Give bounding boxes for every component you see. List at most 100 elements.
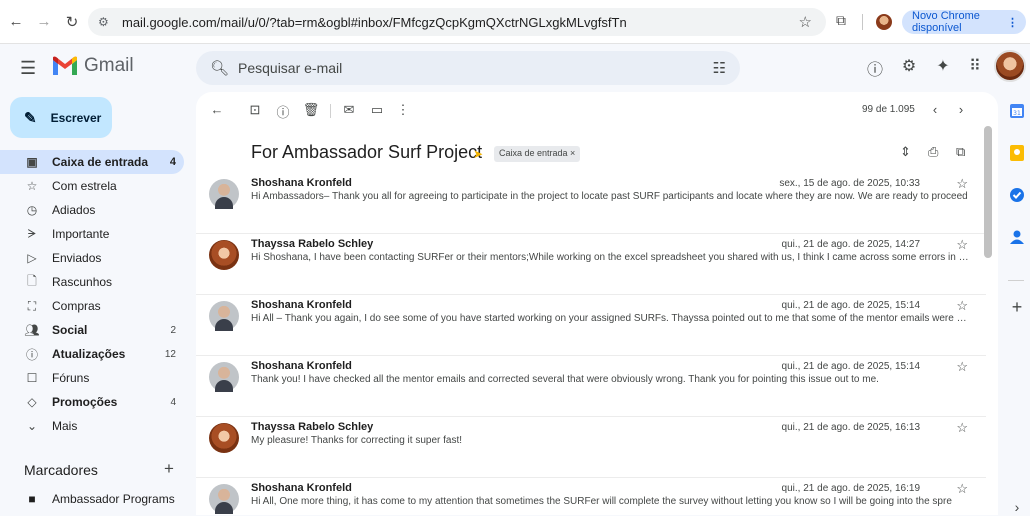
side-panel-divider [1008,280,1024,281]
create-label-icon[interactable]: + [164,459,174,479]
message-snippet: My pleasure! Thanks for correcting it su… [251,435,463,446]
search-bar[interactable]: 🔍︎ ☷ [196,51,740,85]
star-icon[interactable]: ☆ [956,298,968,314]
sidebar-item-9[interactable]: ☐ Fóruns [0,366,184,390]
keep-icon[interactable] [1008,144,1026,162]
sidebar-item-0[interactable]: ▣ Caixa de entrada 4 [0,150,184,174]
search-input[interactable] [238,60,678,76]
search-options-icon[interactable]: ☷ [713,59,726,77]
account-avatar[interactable] [994,50,1026,82]
sidebar-item-label: Mais [52,419,78,433]
message-row[interactable]: Thayssa Rabelo Schley qui., 21 de ago. de… [196,417,986,478]
expand-all-icon[interactable]: ⇕ [900,144,911,160]
search-icon[interactable]: 🔍︎ [210,59,232,77]
sidebar-item-2[interactable]: ◷ Adiados [0,198,184,222]
sender-avatar[interactable] [209,179,239,209]
sidebar-item-11[interactable]: ⌄ Mais [0,414,184,438]
print-icon[interactable]: ⎙ [928,144,938,160]
svg-text:31: 31 [1013,110,1021,117]
back-icon[interactable]: ← [4,10,28,34]
address-bar[interactable]: ⚙ mail.google.com/mail/u/0/?tab=rm&ogbl#… [88,8,826,36]
sidebar-item-label: Rascunhos [52,275,113,289]
importance-marker-icon[interactable]: ➤ [473,147,483,161]
thread-panel: ← ⊡ ⓘ 🗑︎ ✉ ▭ ⋮ 99 de 1.095 ‹ › For Ambas… [196,92,998,515]
sidebar-item-label: Adiados [52,203,96,217]
sidebar-item-4[interactable]: ▷ Enviados [0,246,184,270]
sidebar-item-label: Social [52,323,88,337]
help-icon[interactable]: ⓘ [864,56,886,80]
sender-avatar[interactable] [209,423,239,453]
star-icon[interactable]: ☆ [956,176,968,192]
move-to-icon[interactable]: ▭ [368,102,386,118]
bookmark-star-icon[interactable]: ☆ [799,13,812,31]
gemini-spark-icon[interactable]: ✦ [932,56,954,76]
sidebar-item-label: Com estrela [52,179,117,193]
star-icon[interactable]: ☆ [956,237,968,253]
delete-icon[interactable]: 🗑︎ [302,102,320,118]
extensions-icon[interactable]: ⧉ [836,12,846,29]
sidebar-item-8[interactable]: ⓘ Atualizações 12 [0,342,184,366]
back-to-inbox-icon[interactable]: ← [208,102,226,117]
open-new-window-icon[interactable]: ⧉ [956,144,965,160]
sender-name: Shoshana Kronfeld [251,177,352,189]
sender-avatar[interactable] [209,301,239,331]
message-snippet: Thank you! I have checked all the mentor… [251,374,879,385]
message-row[interactable]: Shoshana Kronfeld qui., 21 de ago. de 202… [196,356,986,417]
message-snippet: Hi Shoshana, I have been contacting SURF… [251,252,971,263]
label-icon: ■ [28,492,36,506]
url-text: mail.google.com/mail/u/0/?tab=rm&ogbl#in… [122,14,627,30]
older-chevron-icon[interactable]: › [952,102,970,117]
sidebar-item-1[interactable]: ☆ Com estrela [0,174,184,198]
message-row[interactable]: Thayssa Rabelo Schley qui., 21 de ago. de… [196,234,986,295]
inbox-label-chip[interactable]: Caixa de entrada × [494,146,581,162]
site-settings-icon[interactable]: ⚙ [98,15,114,29]
star-icon[interactable]: ☆ [956,420,968,436]
compose-button[interactable]: ✎ Escrever [10,97,112,138]
show-side-panel-icon[interactable]: › [1008,498,1026,516]
chrome-update-button[interactable]: Novo Chrome disponível ⋮ [902,10,1026,34]
message-date: qui., 21 de ago. de 2025, 14:27 [781,239,920,250]
more-options-icon[interactable]: ⋮ [394,102,412,118]
sender-avatar[interactable] [209,484,239,514]
toolbar-divider [330,104,331,118]
toolbar-divider [862,14,863,30]
sidebar-item-6[interactable]: ⛶ Compras [0,294,184,318]
apps-grid-icon[interactable]: ⠿ [964,56,986,76]
sidebar-item-3[interactable]: ᗒ Importante [0,222,184,246]
sidebar-item-10[interactable]: ◇ Promoções 4 [0,390,184,414]
get-addons-icon[interactable]: + [1008,297,1026,317]
archive-icon[interactable]: ⊡ [246,102,264,118]
settings-gear-icon[interactable]: ⚙ [898,56,920,76]
message-row[interactable]: Shoshana Kronfeld qui., 21 de ago. de 202… [196,295,986,356]
sidebar-item-count: 12 [164,348,176,360]
report-spam-icon[interactable]: ⓘ [274,102,292,121]
chrome-profile-avatar[interactable] [876,14,892,30]
message-row[interactable]: Shoshana Kronfeld qui., 21 de ago. de 202… [196,478,986,515]
gmail-logo[interactable]: Gmail [52,55,134,77]
calendar-icon[interactable]: 31 [1008,102,1026,120]
mark-unread-icon[interactable]: ✉ [340,102,358,118]
pagination-count: 99 de 1.095 [862,104,915,115]
forward-icon[interactable]: → [32,10,56,34]
important-icon: ᗒ [27,226,37,241]
sender-avatar[interactable] [209,240,239,270]
sidebar-item-label: Atualizações [52,347,126,361]
tasks-icon[interactable] [1008,186,1026,204]
main-menu-icon[interactable]: ☰ [20,58,36,79]
sidebar-item-7[interactable]: 👥︎ Social 2 [0,318,184,342]
star-icon[interactable]: ☆ [956,481,968,497]
gmail-logo-text: Gmail [84,55,134,76]
contacts-icon[interactable] [1008,228,1026,246]
shopping-bag-icon: ⛶ [27,298,37,313]
more-vert-icon[interactable]: ⋮ [1007,16,1018,29]
sender-avatar[interactable] [209,362,239,392]
scrollbar[interactable] [984,126,992,258]
reload-icon[interactable]: ↻ [60,10,84,34]
message-row[interactable]: Shoshana Kronfeld sex., 15 de ago. de 202… [196,173,986,234]
sidebar-item-5[interactable]: 🗋︎ Rascunhos [0,270,184,294]
star-icon[interactable]: ☆ [956,359,968,375]
label-item-0[interactable]: ■ Ambassador Programs [0,487,184,511]
newer-chevron-icon[interactable]: ‹ [926,102,944,117]
message-snippet: Hi All, One more thing, it has come to m… [251,496,952,507]
inbox-icon: ▣ [26,155,38,169]
